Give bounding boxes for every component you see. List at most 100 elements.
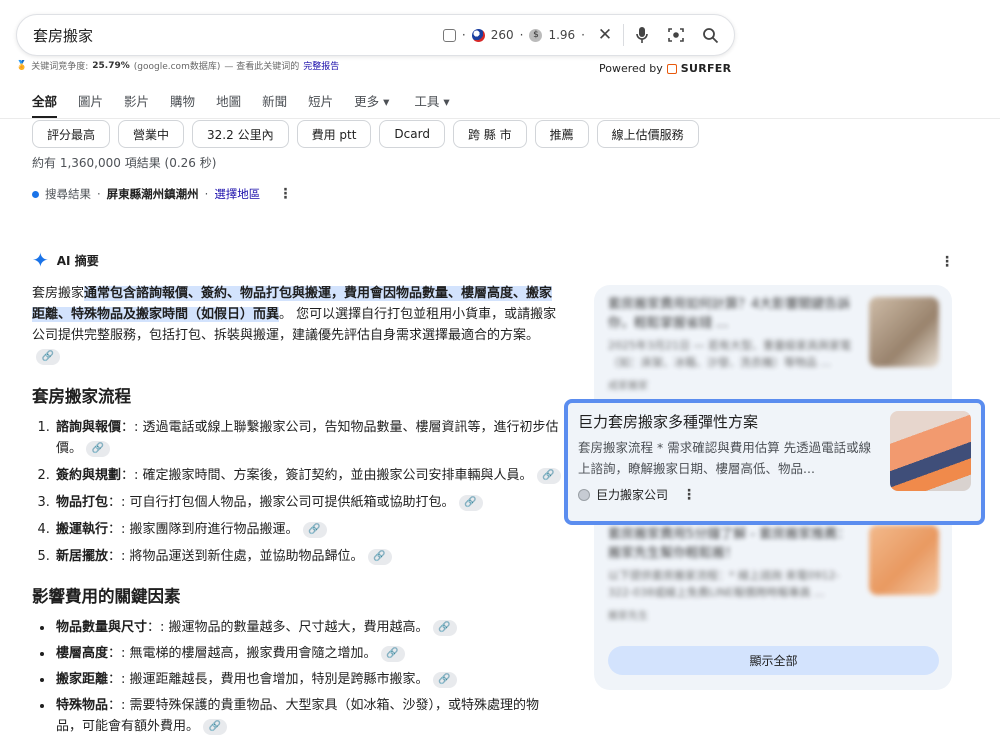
- chip-dcard[interactable]: Dcard: [379, 120, 445, 148]
- chip-recommend[interactable]: 推薦: [534, 120, 589, 148]
- tab-images[interactable]: 圖片: [78, 91, 103, 119]
- link-icon[interactable]: 🔗: [536, 467, 561, 484]
- source-card-site: 搬家先生: [608, 611, 648, 622]
- source-thumbnail-3: [869, 525, 939, 595]
- source-thumbnail-1: [869, 297, 939, 367]
- tab-maps[interactable]: 地圖: [216, 91, 241, 119]
- location-line: 搜尋結果 · 屏東縣潮州鎮潮州 · 選擇地區 ⋮: [32, 186, 292, 202]
- link-icon[interactable]: 🔗: [86, 440, 111, 457]
- full-report-link[interactable]: 完整报告: [303, 59, 339, 72]
- chip-cross-county[interactable]: 跨 縣 市: [452, 120, 527, 148]
- source-thumbnail-2: [890, 411, 971, 491]
- powered-prefix: Powered by: [599, 62, 663, 75]
- keyword-metrics: · 260 · $ 1.96 ·: [442, 28, 585, 42]
- taiwan-flag-icon: [471, 28, 485, 42]
- tab-news[interactable]: 新聞: [262, 91, 287, 119]
- link-icon[interactable]: 🔗: [432, 671, 457, 688]
- ai-more-vert-icon[interactable]: ⋮: [940, 254, 954, 270]
- link-icon[interactable]: 🔗: [36, 348, 60, 365]
- chip-online-quote[interactable]: 線上估價服務: [596, 120, 699, 148]
- source-card-site-row: 巨力搬家公司 ⋮: [578, 486, 696, 503]
- step-title: 簽約與規劃: [56, 468, 122, 483]
- search-icon[interactable]: [700, 25, 720, 45]
- source-card-site: 巨力搬家公司: [596, 488, 669, 502]
- tab-all[interactable]: 全部: [32, 91, 58, 119]
- list-item: 搬家距離：: 搬運距離越長，費用也會增加，特別是跨縣市搬家。🔗: [54, 669, 562, 690]
- ai-overview-body: 套房搬家通常包含諮詢報價、簽約、物品打包與搬運，費用會因物品數量、樓層高度、搬家…: [32, 283, 562, 742]
- source-card-site: 成家搬家: [608, 381, 648, 392]
- tab-shorts[interactable]: 短片: [308, 91, 333, 119]
- tab-tools[interactable]: 工具 ▾: [414, 91, 449, 119]
- link-icon[interactable]: 🔗: [367, 548, 392, 565]
- ai-intro: 套房搬家通常包含諮詢報價、簽約、物品打包與搬運，費用會因物品數量、樓層高度、搬家…: [32, 283, 562, 367]
- section-title-factors: 影響費用的關鍵因素: [32, 587, 181, 606]
- chip-distance[interactable]: 32.2 公里內: [192, 120, 289, 148]
- choose-region-link[interactable]: 選擇地區: [214, 186, 260, 202]
- factor-title: 特殊物品: [56, 698, 109, 713]
- link-icon[interactable]: 🔗: [458, 494, 483, 511]
- factor-title: 樓層高度: [56, 646, 109, 661]
- step-text: ：: 搬家團隊到府進行物品搬運。: [108, 522, 299, 537]
- factor-text: ：: 需要特殊保護的貴重物品、大型家具（如冰箱、沙發），或特殊處理的物品，可能會…: [56, 698, 540, 734]
- surfer-brand: SURFER: [680, 62, 732, 75]
- checkbox[interactable]: [442, 28, 456, 42]
- link-icon[interactable]: 🔗: [380, 645, 405, 662]
- show-all-button[interactable]: 顯示全部: [608, 646, 939, 675]
- step-title: 物品打包: [56, 495, 109, 510]
- powered-by[interactable]: Powered by SURFER: [599, 62, 731, 75]
- tab-shopping[interactable]: 購物: [170, 91, 195, 119]
- list-item: 物品數量與尺寸：: 搬運物品的數量越多、尺寸越大，費用越高。🔗: [54, 617, 562, 638]
- search-volume: 260: [490, 28, 514, 42]
- list-item: 物品打包：: 可自行打包個人物品，搬家公司可提供紙箱或協助打包。🔗: [54, 492, 562, 513]
- factor-text: ：: 搬運物品的數量越多、尺寸越大，費用越高。: [147, 620, 429, 635]
- step-text: ：: 可自行打包個人物品，搬家公司可提供紙箱或協助打包。: [108, 495, 455, 510]
- chip-open-now[interactable]: 營業中: [118, 120, 185, 148]
- separator: ·: [519, 28, 524, 42]
- list-item: 樓層高度：: 無電梯的樓層越高，搬家費用會隨之增加。🔗: [54, 643, 562, 664]
- kd-source: (google.com数据库): [133, 62, 221, 72]
- filter-chips: 評分最高 營業中 32.2 公里內 費用 ptt Dcard 跨 縣 市 推薦 …: [32, 120, 699, 148]
- sparkle-icon: ✦: [32, 248, 49, 272]
- camera-lens-icon[interactable]: [666, 25, 686, 45]
- source-card-desc: 以下提供套房搬家流程：* 線上諮詢 來電0912-322-038或線上免費LIN…: [608, 569, 840, 599]
- factor-title: 搬家距離: [56, 672, 109, 687]
- source-card-desc: 套房搬家流程 * 需求確認與費用估算 先透過電話或線上諮詢，瞭解搬家日期、樓層高…: [578, 440, 872, 476]
- section-title-process: 套房搬家流程: [32, 387, 131, 406]
- separator: ·: [204, 187, 209, 201]
- step-text: ：: 將物品運送到新住處，並協助物品歸位。: [108, 549, 364, 564]
- search-bar[interactable]: 套房搬家 · 260 · $ 1.96 · ✕: [16, 14, 735, 56]
- link-icon[interactable]: 🔗: [203, 718, 228, 735]
- separator: ·: [581, 28, 585, 42]
- tabs-divider: [0, 118, 1000, 119]
- kd-value: 25.79%: [92, 60, 130, 71]
- list-item: 諮詢與報價：: 透過電話或線上聯繫搬家公司，告知物品數量、樓層資訊等，進行初步估…: [54, 417, 562, 459]
- chip-cost-ptt[interactable]: 費用 ptt: [296, 120, 372, 148]
- intro-plain: 套房搬家: [32, 286, 85, 301]
- microphone-icon[interactable]: [632, 25, 652, 45]
- list-item: 搬運執行：: 搬家團隊到府進行物品搬運。🔗: [54, 519, 562, 540]
- link-icon[interactable]: 🔗: [432, 619, 457, 636]
- more-vert-icon[interactable]: ⋮: [682, 487, 696, 503]
- step-title: 搬運執行: [56, 522, 109, 537]
- source-card-2-highlighted[interactable]: 巨力套房搬家多種彈性方案 套房搬家流程 * 需求確認與費用估算 先透過電話或線上…: [564, 399, 985, 525]
- chip-top-rated[interactable]: 評分最高: [32, 120, 111, 148]
- link-icon[interactable]: 🔗: [302, 521, 327, 538]
- search-tabs: 全部 圖片 影片 購物 地圖 新聞 短片 更多 ▾ 工具 ▾: [32, 91, 471, 119]
- factor-title: 物品數量與尺寸: [56, 620, 148, 635]
- step-title: 諮詢與報價: [56, 420, 122, 435]
- more-vert-icon[interactable]: ⋮: [278, 186, 292, 202]
- close-icon[interactable]: ✕: [595, 25, 615, 45]
- kd-label: 关键词竞争度:: [31, 62, 89, 72]
- tab-videos[interactable]: 影片: [124, 91, 149, 119]
- cpc-value: 1.96: [548, 28, 576, 42]
- ai-overview-title: AI 摘要: [56, 253, 99, 268]
- result-count: 約有 1,360,000 項結果 (0.26 秒): [32, 156, 217, 170]
- list-item: 特殊物品：: 需要特殊保護的貴重物品、大型家具（如冰箱、沙發），或特殊處理的物品…: [54, 695, 562, 737]
- search-input[interactable]: 套房搬家: [33, 25, 443, 46]
- blue-dot-icon: [32, 190, 39, 198]
- list-item: 新居擺放：: 將物品運送到新住處，並協助物品歸位。🔗: [54, 546, 562, 567]
- process-steps: 諮詢與報價：: 透過電話或線上聯繫搬家公司，告知物品數量、樓層資訊等，進行初步估…: [32, 417, 562, 567]
- source-card-title: 巨力套房搬家多種彈性方案: [578, 413, 759, 431]
- factor-text: ：: 搬運距離越長，費用也會增加，特別是跨縣市搬家。: [108, 672, 429, 687]
- tab-more[interactable]: 更多 ▾: [354, 91, 389, 119]
